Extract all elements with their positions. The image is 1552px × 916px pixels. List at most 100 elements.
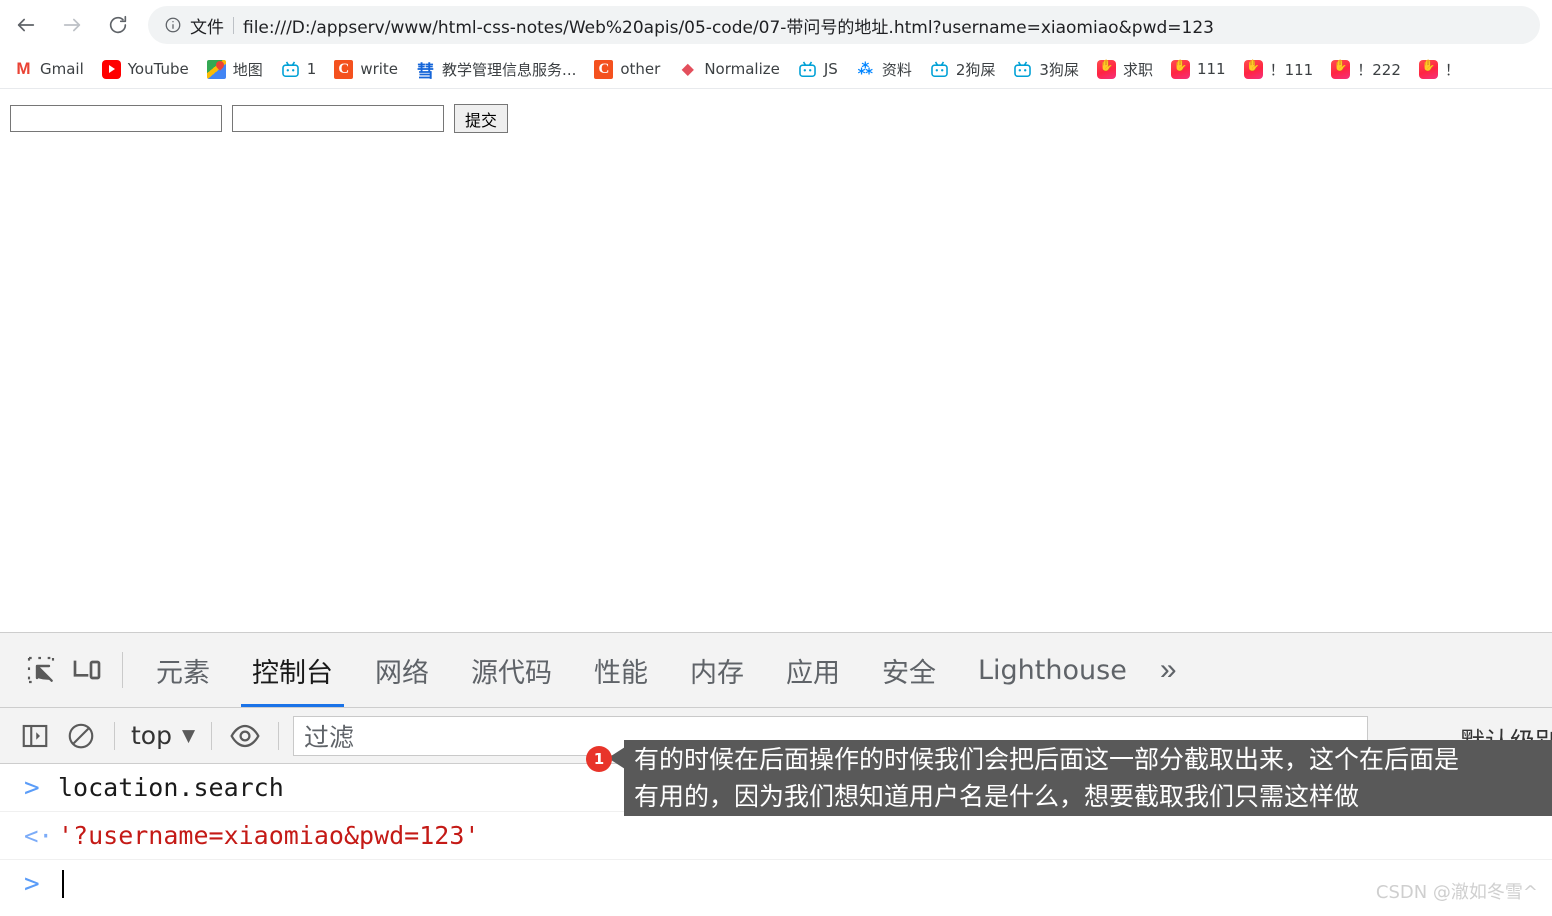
bookmark-item[interactable]: ！111	[1243, 55, 1322, 83]
devtools-tab[interactable]: Lighthouse	[957, 633, 1148, 707]
xiaohongshu-icon	[1096, 59, 1116, 79]
bookmark-item[interactable]: 111	[1170, 55, 1234, 83]
filter-placeholder: 过滤	[304, 722, 355, 752]
console-prompt-row[interactable]: >	[0, 860, 1552, 908]
omnibox-divider	[233, 16, 234, 34]
clear-console-icon[interactable]	[58, 713, 104, 759]
devtools-tab[interactable]: 源代码	[450, 633, 573, 707]
browser-toolbar: 文件 file:///D:/appserv/www/html-css-notes…	[0, 0, 1552, 50]
devtools-tab[interactable]: 性能	[573, 633, 669, 707]
bookmark-item[interactable]: M Gmail	[14, 55, 92, 83]
bookmark-label: YouTube	[127, 60, 189, 78]
devtools-tab[interactable]: 控制台	[231, 633, 354, 707]
bookmark-label: Gmail	[40, 60, 84, 78]
bookmark-label: 教学管理信息服务...	[442, 60, 577, 79]
back-button[interactable]	[6, 5, 46, 45]
bookmark-item[interactable]: 彗教学管理信息服务...	[416, 55, 584, 83]
bookmark-item[interactable]: 求职	[1096, 55, 1161, 83]
annotation-badge: 1	[586, 746, 612, 772]
normalize-icon: ◆	[678, 59, 698, 79]
bilibili-icon	[929, 59, 949, 79]
text-cursor	[62, 870, 64, 898]
bookmark-item[interactable]: Cwrite	[334, 55, 406, 83]
forward-button[interactable]	[52, 5, 92, 45]
bookmark-label: other	[620, 60, 661, 78]
password-input[interactable]	[232, 105, 444, 132]
devtools-tab[interactable]: 安全	[861, 633, 957, 707]
back-arrow-icon	[17, 18, 35, 32]
google-maps-icon	[206, 59, 226, 79]
xiaohongshu-icon	[1418, 59, 1438, 79]
bookmark-item[interactable]: ！222	[1331, 55, 1409, 83]
console-row-text: '?username=xiaomiao&pwd=123'	[58, 821, 480, 850]
bookmark-item[interactable]: YouTube	[101, 55, 197, 83]
bookmark-item[interactable]: 3狗屎	[1013, 55, 1087, 83]
devtools-tab[interactable]: 应用	[765, 633, 861, 707]
bookmark-label: write	[360, 60, 399, 78]
bookmark-label: 2狗屎	[955, 60, 996, 79]
bookmark-item[interactable]: ⁂ 资料	[855, 55, 920, 83]
info-circle-icon[interactable]	[164, 16, 182, 34]
gmail-icon: M	[14, 59, 33, 79]
browser-window: 文件 file:///D:/appserv/www/html-css-notes…	[0, 0, 1552, 916]
tabbar-divider	[122, 652, 123, 688]
devtools-tab[interactable]: 网络	[354, 633, 450, 707]
bookmark-label: 1	[306, 60, 317, 78]
console-row: <· '?username=xiaomiao&pwd=123'	[0, 812, 1552, 860]
youtube-icon	[101, 59, 121, 79]
bookmark-label: 资料	[881, 60, 912, 79]
more-tabs-icon[interactable]: »	[1148, 633, 1189, 707]
bookmark-item[interactable]: Cother	[594, 55, 668, 83]
chevron-down-icon: ▼	[181, 725, 196, 746]
console-prompt-icon: >	[24, 869, 40, 899]
live-expression-eye-icon[interactable]	[222, 713, 268, 759]
bookmark-label: 111	[1196, 60, 1226, 78]
bookmark-label: JS	[823, 60, 838, 78]
bookmark-label: 求职	[1122, 60, 1153, 79]
console-row-text: location.search	[58, 773, 284, 802]
annotation-tooltip: 有的时候在后面操作的时候我们会把后面这一部分截取出来，这个在后面是 有用的，因为…	[624, 740, 1552, 816]
address-bar[interactable]: 文件 file:///D:/appserv/www/html-css-notes…	[148, 6, 1540, 44]
execution-context-value: top	[131, 721, 172, 750]
bookmark-item[interactable]: JS	[797, 55, 846, 83]
csdn-icon: C	[334, 59, 354, 79]
toolbar-divider-3	[278, 721, 280, 750]
bookmark-label: 地图	[232, 60, 263, 79]
forward-arrow-icon	[63, 18, 81, 32]
submit-button[interactable]: 提交	[454, 104, 508, 133]
devtools-tab[interactable]: 内存	[669, 633, 765, 707]
execution-context-select[interactable]: top ▼	[125, 721, 201, 750]
bookmark-label: Normalize	[704, 60, 780, 78]
tooltip-line-2: 有用的，因为我们想知道用户名是什么，想要截取我们只需这样做	[634, 782, 1360, 811]
bookmark-label: 3狗屎	[1039, 60, 1079, 79]
bookmark-item[interactable]: 地图	[206, 55, 271, 83]
xiaohongshu-icon	[1170, 59, 1190, 79]
toolbar-divider-1	[114, 721, 115, 750]
inspect-element-icon[interactable]	[18, 647, 64, 693]
console-sidebar-icon[interactable]	[12, 713, 58, 759]
jiaowu-icon: 彗	[416, 59, 436, 81]
bookmark-item[interactable]: 1	[280, 55, 325, 83]
url-scheme-label: 文件	[190, 17, 224, 38]
demo-form: 提交	[10, 104, 508, 133]
bookmark-item[interactable]: ！	[1418, 55, 1468, 83]
reload-icon	[109, 15, 127, 34]
xiaohongshu-icon	[1243, 59, 1263, 79]
csdn-icon: C	[594, 59, 614, 79]
bookmark-item[interactable]: ◆ Normalize	[678, 55, 788, 83]
device-toolbar-icon[interactable]	[64, 647, 110, 693]
devtools-tab[interactable]: 元素	[135, 633, 231, 707]
toolbar-divider-2	[211, 721, 213, 750]
username-input[interactable]	[10, 105, 222, 132]
bookmarks-bar: M Gmail YouTube 地图 1 Cwrite 彗教学管理信息服务... Cother…	[0, 50, 1552, 88]
xiaohongshu-icon	[1331, 59, 1351, 79]
url-text[interactable]: file:///D:/appserv/www/html-css-notes/We…	[243, 13, 1214, 38]
watermark: CSDN @澈如冬雪^	[1375, 882, 1538, 903]
bilibili-icon	[797, 59, 817, 79]
devtools-tabbar: 元素 控制台 网络 源代码 性能 内存 应用 安全 Lighthouse »	[0, 633, 1552, 708]
reload-button[interactable]	[98, 5, 138, 45]
tooltip-line-1: 有的时候在后面操作的时候我们会把后面这一部分截取出来，这个在后面是	[634, 745, 1460, 774]
bookmark-item[interactable]: 2狗屎	[929, 55, 1004, 83]
bookmark-label: ！	[1444, 60, 1460, 79]
bookmark-label: ！111	[1269, 60, 1314, 79]
